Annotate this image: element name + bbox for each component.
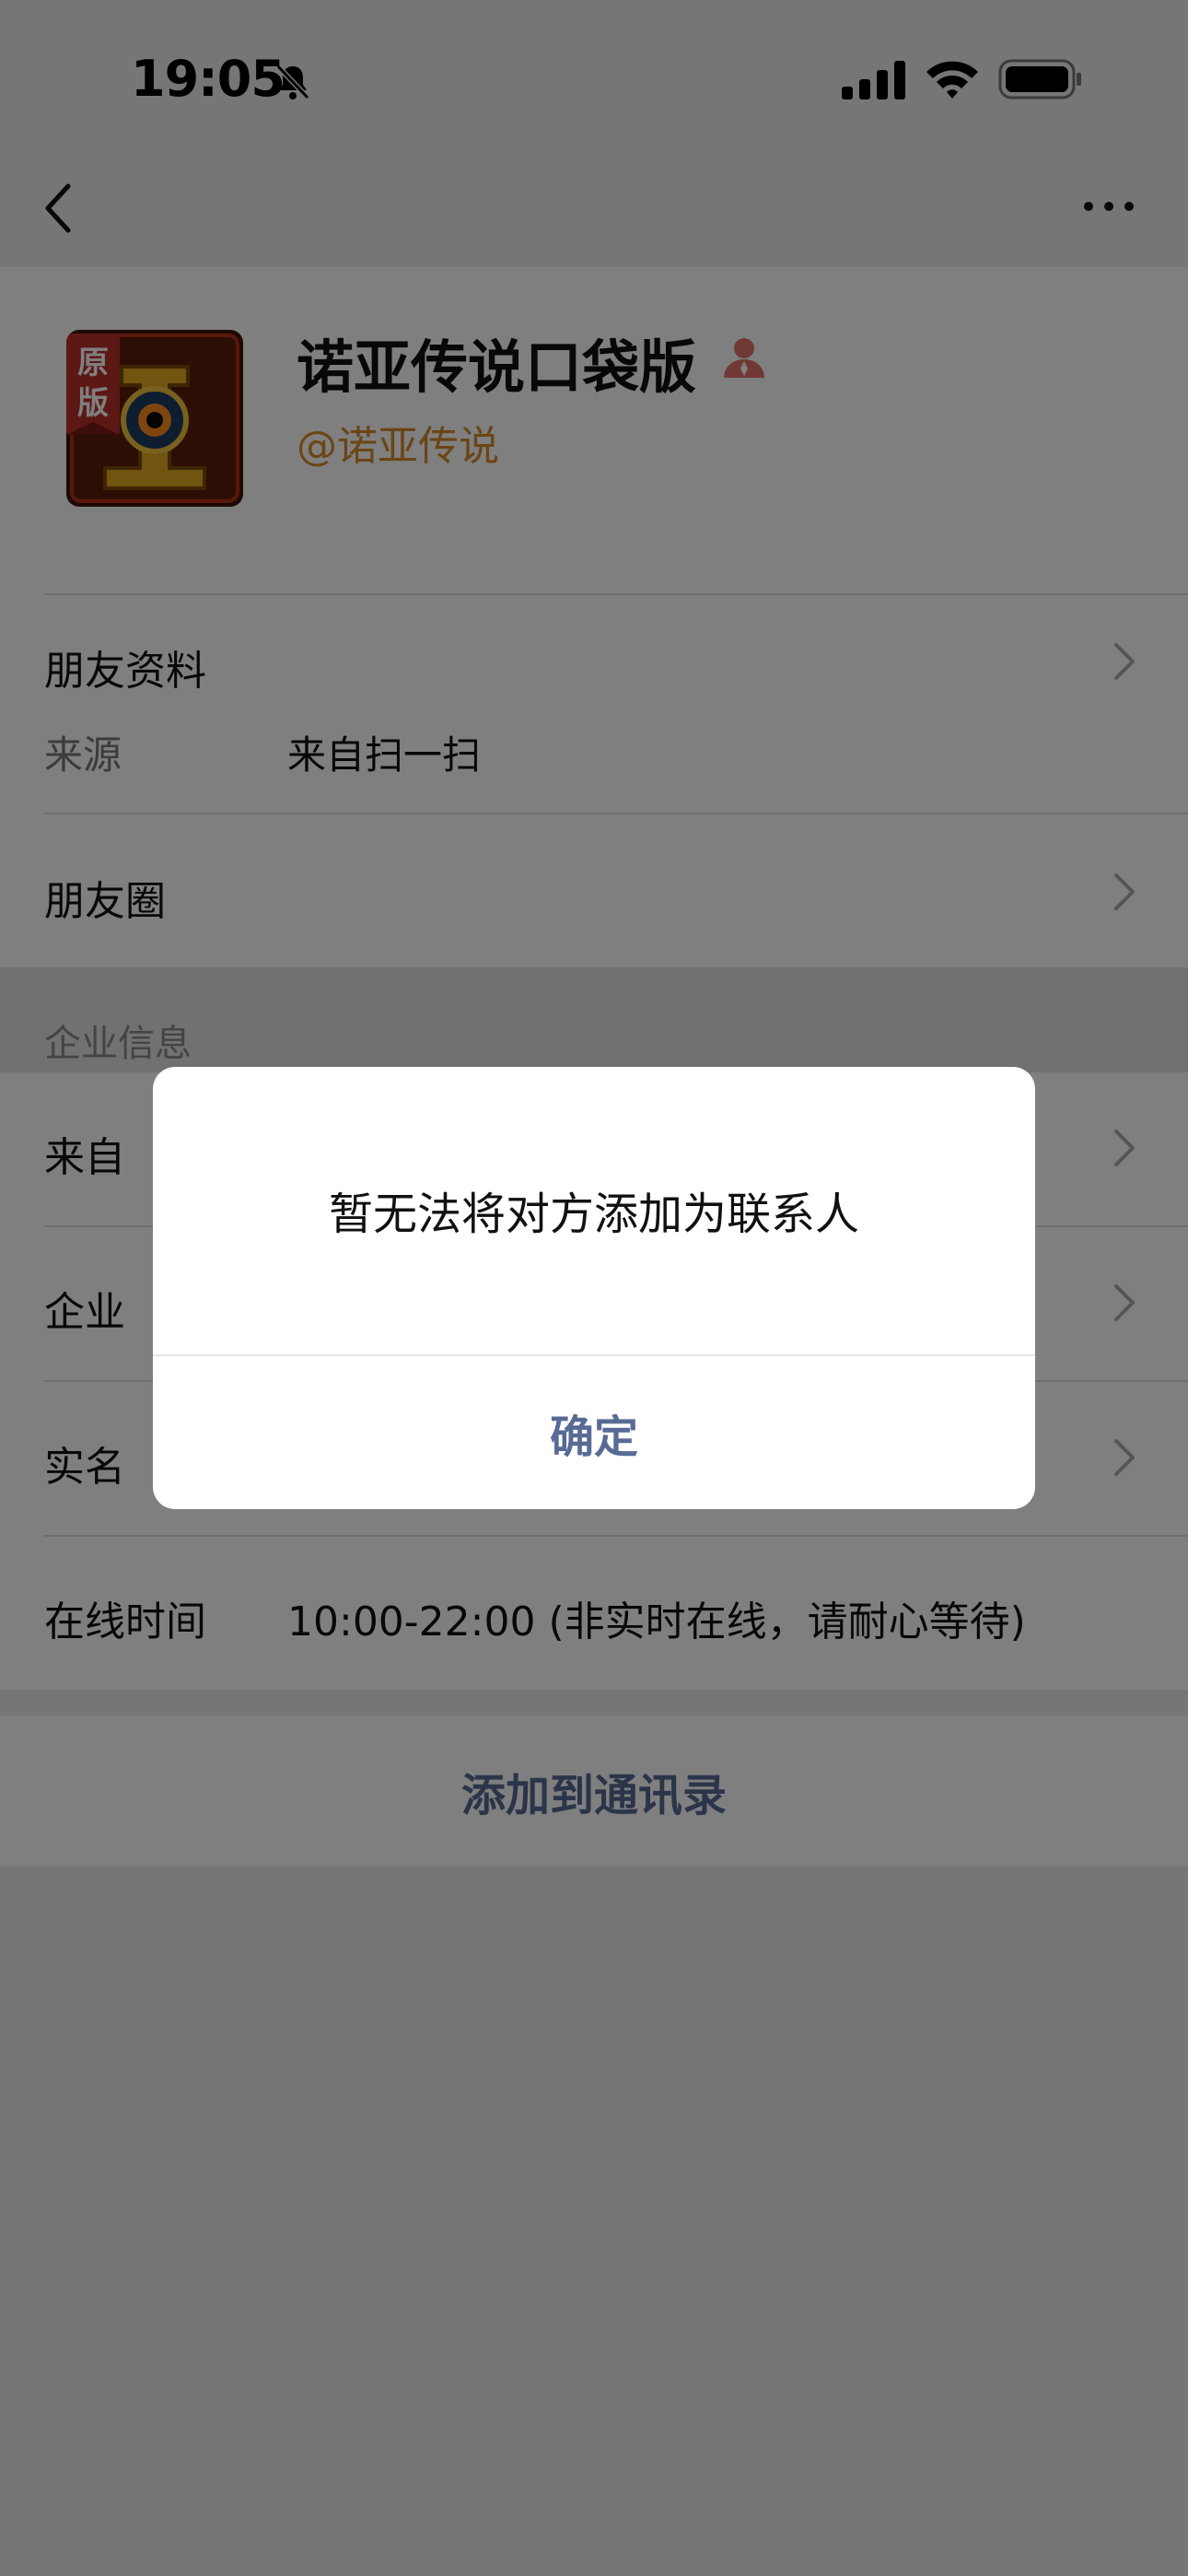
dialog-message: 暂无法将对方添加为联系人 [328,1188,859,1240]
alert-dialog: 暂无法将对方添加为联系人 确定 [153,1067,1035,1509]
confirm-button[interactable]: 确定 [153,1356,1035,1509]
